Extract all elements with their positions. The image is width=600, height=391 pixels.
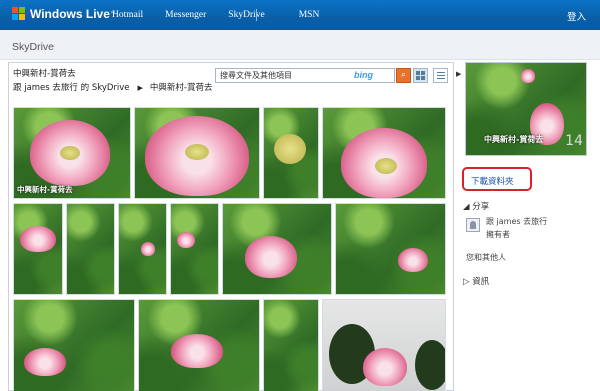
cover-caption: 中興新村-賞荷去 — [484, 135, 544, 144]
thumbnails-view-icon[interactable] — [413, 68, 428, 83]
search-input[interactable]: 搜尋文件及其他項目 bing — [215, 68, 395, 83]
top-bar: Windows Live ™ Hotmail Messenger SkyDriv… — [0, 0, 600, 30]
info-section-header[interactable]: ▷ 資訊 — [463, 275, 489, 287]
sub-header: SkyDrive — [0, 30, 600, 60]
breadcrumb-current[interactable]: 中興新村-賞荷去 — [150, 81, 213, 95]
photo-thumbnail[interactable] — [13, 203, 63, 295]
details-sidebar: 中興新村-賞荷去 14 下載資料夾 ◢ 分享 跟 james 去旅行 擁有者 您… — [462, 62, 600, 391]
photo-thumbnail[interactable] — [66, 203, 115, 295]
share-heading: 分享 — [472, 202, 490, 212]
share-section-header[interactable]: ◢ 分享 — [463, 200, 489, 212]
page-title: SkyDrive — [12, 41, 55, 53]
photo-thumbnail[interactable] — [13, 299, 135, 391]
info-heading: 資訊 — [472, 277, 490, 287]
photo-thumbnail[interactable] — [170, 203, 219, 295]
bing-logo: bing — [354, 70, 373, 80]
windows-flag-icon — [12, 7, 26, 21]
cover-photo-count: 14 — [565, 133, 583, 149]
photo-thumbnail[interactable] — [322, 107, 446, 199]
sign-in-link[interactable]: 登入 — [567, 9, 586, 23]
photo-thumbnail[interactable] — [118, 203, 167, 295]
photo-thumbnail[interactable] — [138, 299, 260, 391]
download-highlight: 下載資料夾 — [462, 167, 532, 191]
top-nav: Hotmail Messenger SkyDrive MSN — [112, 10, 341, 20]
search-button[interactable]: ⌕ — [396, 68, 411, 83]
breadcrumb: 中興新村-賞荷去 跟 james 去旅行 的 SkyDrive ▶ 中興新村-賞… — [13, 67, 213, 95]
folder-title: 中興新村-賞荷去 — [13, 69, 76, 79]
photo-thumbnail[interactable] — [322, 299, 446, 391]
list-view-icon[interactable] — [433, 68, 448, 83]
photo-caption: 中興新村-賞荷去 — [17, 185, 73, 194]
photo-thumbnail[interactable] — [335, 203, 446, 295]
shared-with-text: 您和其他人 — [466, 253, 506, 262]
nav-msn[interactable]: MSN — [299, 10, 320, 20]
owner-avatar-icon — [466, 218, 480, 232]
brand-name: Windows Live — [30, 7, 110, 21]
photo-thumbnail[interactable] — [263, 299, 319, 391]
breadcrumb-owner-link[interactable]: 跟 james 去旅行 的 SkyDrive — [13, 81, 130, 95]
folder-panel: 中興新村-賞荷去 跟 james 去旅行 的 SkyDrive ▶ 中興新村-賞… — [8, 62, 454, 391]
owner-name[interactable]: 跟 james 去旅行 — [486, 216, 547, 227]
photo-thumbnail[interactable] — [134, 107, 260, 199]
nav-hotmail[interactable]: Hotmail — [112, 10, 143, 20]
collapse-arrow-icon[interactable]: ▶ — [456, 70, 461, 78]
nav-messenger[interactable]: Messenger — [165, 10, 206, 20]
nav-divider — [256, 9, 257, 21]
photo-thumbnail[interactable]: 中興新村-賞荷去 — [13, 107, 131, 199]
folder-cover-image[interactable]: 中興新村-賞荷去 14 — [465, 62, 587, 156]
nav-skydrive[interactable]: SkyDrive — [228, 10, 264, 20]
breadcrumb-arrow-icon: ▶ — [137, 84, 143, 92]
owner-role: 擁有者 — [486, 230, 510, 239]
photo-thumbnail[interactable] — [222, 203, 332, 295]
photo-thumbnail[interactable] — [263, 107, 319, 199]
download-folder-link[interactable]: 下載資料夾 — [471, 175, 514, 187]
windows-live-logo[interactable]: Windows Live ™ — [12, 7, 116, 21]
expand-down-icon: ◢ — [463, 202, 473, 212]
search-icon: ⌕ — [400, 70, 407, 80]
search-placeholder: 搜尋文件及其他項目 — [220, 71, 292, 80]
expand-right-icon: ▷ — [463, 277, 473, 287]
